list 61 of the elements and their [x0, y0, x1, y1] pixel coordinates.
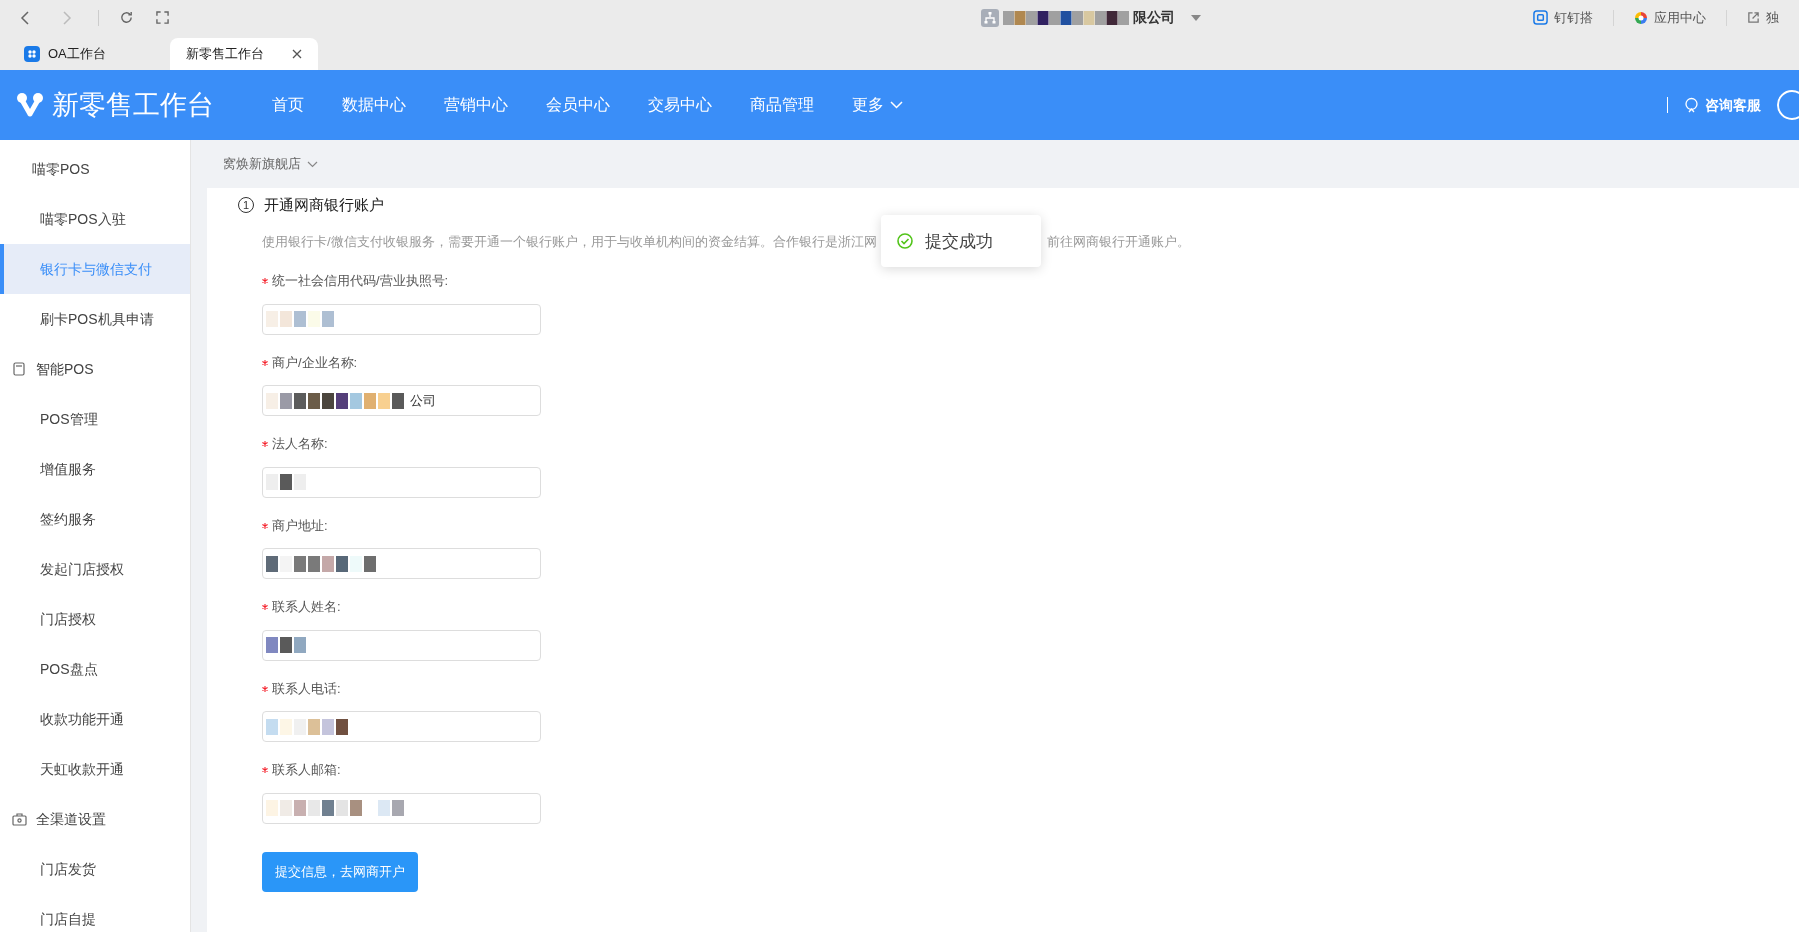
logo-icon — [16, 92, 44, 118]
field-label: 商户地址: — [272, 516, 328, 535]
description-text: 前往网商银行开通账户。 — [1046, 232, 1190, 251]
browser-tab[interactable]: OA工作台 — [20, 38, 158, 70]
input-field[interactable]: 公司 — [262, 385, 541, 417]
headset-icon — [1684, 97, 1699, 113]
shortcut-link[interactable]: 应用中心 — [1634, 7, 1706, 28]
fullscreen-icon[interactable] — [156, 11, 169, 24]
sidebar-item[interactable]: 门店发货 — [0, 844, 190, 894]
check-circle-icon — [896, 233, 913, 250]
input-field[interactable] — [262, 629, 541, 661]
field-label: 联系人电话: — [272, 679, 341, 698]
sidebar-group[interactable]: 智能POS — [36, 358, 94, 380]
input-field[interactable] — [262, 548, 541, 580]
sidebar-item[interactable]: 签约服务 — [0, 494, 190, 544]
input-field[interactable] — [262, 792, 541, 824]
sidebar-item[interactable]: 增值服务 — [0, 444, 190, 494]
back-icon[interactable] — [20, 10, 30, 25]
field-label: 联系人姓名: — [272, 598, 341, 617]
app-grid-icon — [24, 46, 40, 62]
input-field[interactable] — [262, 711, 541, 743]
shortcut-link[interactable]: 钉钉搭 — [1533, 7, 1593, 28]
window-title: 限公司 — [1133, 8, 1175, 27]
external-link-icon — [1747, 11, 1760, 24]
chevron-down-icon — [890, 101, 903, 109]
avatar[interactable] — [1777, 90, 1799, 120]
redacted-mosaic — [266, 637, 308, 654]
caret-icon[interactable] — [1191, 14, 1201, 21]
app-logo-text: 新零售工作台 — [52, 88, 214, 122]
chevron-down-icon — [307, 160, 318, 168]
field-label: 联系人邮箱: — [272, 761, 341, 780]
browser-tab[interactable]: 新零售工作台 — [170, 38, 318, 70]
shortcut-link[interactable]: 独 — [1747, 7, 1779, 28]
field-label: 法人名称: — [272, 435, 328, 454]
sidebar-item[interactable]: 门店授权 — [0, 594, 190, 644]
sidebar-item[interactable]: 门店自提 — [0, 894, 190, 932]
sidebar-item[interactable]: 喵零POS入驻 — [0, 194, 190, 244]
refresh-icon[interactable] — [119, 10, 134, 25]
sidebar-item[interactable]: 发起门店授权 — [0, 544, 190, 594]
step-title: 开通网商银行账户 — [264, 195, 384, 215]
field-label: 商户/企业名称: — [272, 353, 358, 372]
sidebar-group[interactable]: 全渠道设置 — [36, 808, 106, 830]
sidebar-item[interactable]: 天虹收款开通 — [0, 744, 190, 794]
toast: 提交成功 — [880, 215, 1041, 268]
input-field[interactable] — [262, 303, 541, 335]
close-icon[interactable] — [292, 49, 302, 59]
store-selector[interactable]: 窝焕新旗舰店 — [223, 154, 318, 174]
org-chart-icon — [981, 8, 999, 27]
sidebar-item[interactable]: 收款功能开通 — [0, 694, 190, 744]
field-label: 统一社会信用代码/营业执照号: — [272, 272, 449, 291]
sidebar-group[interactable]: 喵零POS — [32, 158, 90, 180]
cube-icon — [1533, 10, 1548, 25]
app-center-icon — [1634, 10, 1648, 25]
redacted-mosaic — [266, 474, 308, 491]
phone-icon — [13, 362, 25, 376]
input-field[interactable] — [262, 466, 541, 498]
bag-icon — [11, 812, 27, 826]
sidebar-item[interactable]: POS盘点 — [0, 644, 190, 694]
redacted-mosaic — [266, 311, 336, 328]
sidebar-item[interactable]: POS管理 — [0, 394, 190, 444]
sidebar-item[interactable]: 刷卡POS机具申请 — [0, 294, 190, 344]
